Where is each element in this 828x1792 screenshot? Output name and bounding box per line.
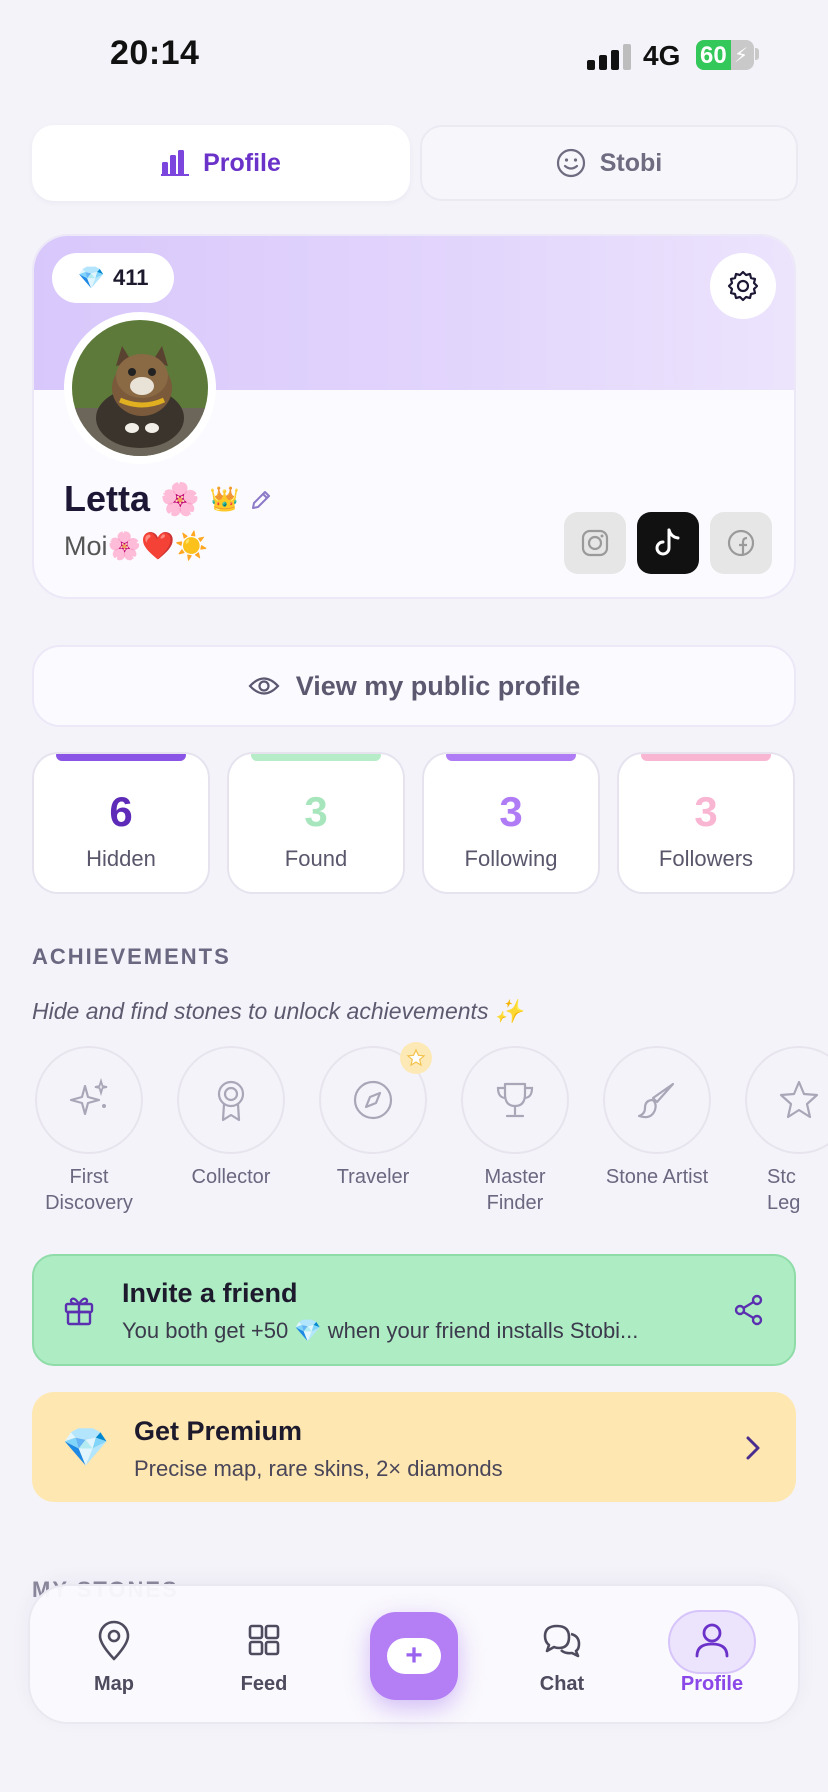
pencil-icon	[251, 491, 270, 509]
stat-label: Found	[284, 846, 348, 871]
stat-value: 3	[304, 788, 328, 835]
network-type: 4G	[643, 40, 681, 71]
nav-profile[interactable]: Profile	[657, 1620, 767, 1696]
stat-hidden[interactable]: 6 Hidden	[32, 752, 210, 894]
star-icon	[406, 1048, 426, 1067]
gift-icon	[62, 1292, 96, 1331]
signal-icon	[587, 44, 631, 70]
achievement-first-discovery[interactable]	[35, 1046, 143, 1154]
name-emoji: 🌸	[160, 481, 200, 517]
plus-icon: +	[387, 1638, 441, 1674]
achievement-label: Master Finder	[484, 1166, 546, 1214]
user-icon	[695, 1623, 729, 1658]
stat-value: 6	[109, 788, 133, 835]
nav-chat[interactable]: Chat	[507, 1620, 617, 1696]
battery-nub	[755, 48, 759, 60]
new-achievement-star-badge	[400, 1042, 432, 1074]
premium-subtitle: Precise map, rare skins, 2× diamonds	[134, 1456, 503, 1481]
instagram-icon	[581, 529, 609, 557]
profile-name: Letta	[64, 478, 151, 519]
achievement-label: First Discovery	[45, 1166, 133, 1214]
stat-label: Following	[464, 846, 558, 871]
profile-bio: Moi🌸❤️☀️	[64, 531, 209, 561]
share-icon[interactable]	[733, 1294, 765, 1331]
chevron-right-icon	[744, 1434, 762, 1467]
tiktok-icon	[655, 528, 680, 556]
nav-feed-label: Feed	[240, 1673, 288, 1695]
achievement-master-finder[interactable]	[461, 1046, 569, 1154]
diamond-icon: 💎	[62, 1427, 110, 1469]
stat-following[interactable]: 3 Following	[422, 752, 600, 894]
compass-icon	[353, 1080, 393, 1120]
achievement-collector[interactable]	[177, 1046, 285, 1154]
grid-icon	[248, 1624, 280, 1656]
brush-icon	[637, 1082, 675, 1119]
gear-icon	[727, 270, 759, 302]
nav-chat-label: Chat	[539, 1673, 585, 1695]
premium-title: Get Premium	[134, 1416, 303, 1446]
facebook-icon	[727, 529, 755, 557]
stat-found[interactable]: 3 Found	[227, 752, 405, 894]
battery-percent: 60	[700, 42, 727, 69]
achievement-stone-artist[interactable]	[603, 1046, 711, 1154]
nav-map[interactable]: Map	[59, 1620, 169, 1696]
settings-button[interactable]	[710, 253, 776, 319]
nav-profile-label: Profile	[680, 1673, 744, 1695]
crown-icon: 👑	[209, 485, 240, 513]
chat-bubbles-icon	[543, 1624, 581, 1658]
tab-stobi-label: Stobi	[599, 148, 663, 177]
eye-icon	[248, 677, 280, 695]
achievement-label: Stone Artist	[605, 1166, 709, 1188]
tiktok-button[interactable]	[637, 512, 699, 574]
get-premium-banner[interactable]	[32, 1392, 796, 1502]
avatar[interactable]	[64, 312, 216, 464]
instagram-button[interactable]	[564, 512, 626, 574]
bar-chart-icon	[161, 150, 190, 176]
star-outline-icon	[779, 1080, 819, 1119]
add-stone-button[interactable]: +	[370, 1612, 458, 1700]
invite-subtitle: You both get +50 💎 when your friend inst…	[122, 1318, 639, 1343]
trophy-icon	[496, 1082, 534, 1118]
stat-followers[interactable]: 3 Followers	[617, 752, 795, 894]
achievement-label: Traveler	[336, 1166, 410, 1188]
view-public-profile-button[interactable]: View my public profile	[32, 645, 796, 727]
map-pin-icon	[98, 1620, 130, 1661]
smiley-icon	[556, 148, 585, 178]
stat-label: Followers	[658, 846, 754, 871]
achievements-title: ACHIEVEMENTS	[32, 944, 231, 969]
diamond-icon: 💎	[77, 265, 105, 290]
invite-title: Invite a friend	[122, 1278, 298, 1308]
sparkles-icon	[69, 1077, 108, 1116]
stat-value: 3	[499, 788, 523, 835]
view-public-profile-label: View my public profile	[295, 670, 581, 701]
facebook-button[interactable]	[710, 512, 772, 574]
tab-profile-label: Profile	[203, 148, 281, 177]
stat-label: Hidden	[86, 846, 156, 871]
gem-balance-badge[interactable]: 💎 411	[52, 253, 174, 303]
status-time: 20:14	[110, 34, 200, 72]
invite-friend-banner[interactable]	[32, 1254, 796, 1366]
edit-name-button[interactable]	[250, 478, 272, 520]
nav-map-label: Map	[94, 1673, 134, 1695]
achievement-label: Collector	[191, 1166, 271, 1188]
avatar-photo	[72, 320, 208, 456]
stat-value: 3	[694, 788, 718, 835]
achievement-label: Stc Leg	[767, 1166, 801, 1214]
medal-icon	[217, 1080, 245, 1122]
nav-feed[interactable]: Feed	[209, 1620, 319, 1696]
gem-count: 411	[112, 265, 149, 290]
achievements-subtitle: Hide and find stones to unlock achieveme…	[32, 998, 524, 1024]
tab-stobi[interactable]: Stobi	[420, 125, 798, 201]
achievement-stone-legend[interactable]	[745, 1046, 828, 1154]
tab-profile[interactable]: Profile	[32, 125, 410, 201]
profile-name-row: Letta 🌸 👑	[64, 478, 272, 520]
battery-icon: 60 ⚡	[696, 40, 754, 70]
